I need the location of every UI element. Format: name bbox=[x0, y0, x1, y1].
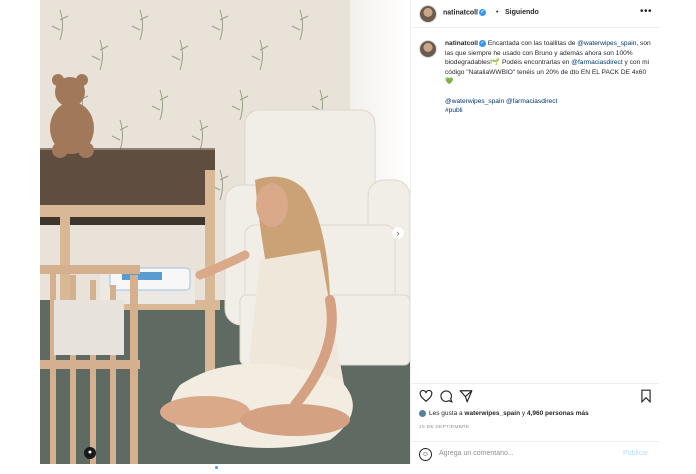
photo-scene bbox=[40, 74, 410, 464]
caption-username[interactable]: natinatcoll bbox=[445, 40, 478, 47]
publish-button[interactable]: Publicar bbox=[623, 450, 648, 457]
caption: natinatcoll ✓ Encantada con las toallitas… bbox=[445, 39, 655, 116]
ellipsis-icon[interactable]: ••• bbox=[640, 6, 652, 17]
hashtag-link[interactable]: #publi bbox=[445, 107, 463, 114]
heart-icon[interactable] bbox=[419, 389, 433, 403]
following-button[interactable]: Siguiendo bbox=[505, 9, 539, 16]
avatar[interactable] bbox=[419, 5, 437, 23]
teddy-bear bbox=[50, 74, 94, 158]
share-icon[interactable] bbox=[459, 389, 473, 403]
post-header: natinatcoll ✓ • Siguiendo ••• bbox=[411, 0, 659, 28]
liker-avatar bbox=[419, 410, 426, 417]
post-date[interactable]: 19 DE SEPTIEMBRE bbox=[419, 425, 469, 430]
verified-icon: ✓ bbox=[478, 39, 486, 47]
next-arrow-icon[interactable]: › bbox=[392, 227, 404, 239]
likes-count[interactable]: 4,960 personas más bbox=[527, 410, 589, 417]
bookmark-icon[interactable] bbox=[639, 389, 653, 403]
username[interactable]: natinatcoll ✓ bbox=[443, 9, 487, 16]
post-photo[interactable]: ● bbox=[40, 0, 410, 464]
emoji-icon[interactable]: ☺ bbox=[419, 448, 432, 461]
post-panel: natinatcoll ✓ • Siguiendo ••• natinatcoll… bbox=[410, 0, 659, 464]
comment-bar: ☺ Publicar bbox=[411, 441, 659, 465]
action-bar bbox=[411, 383, 659, 404]
verified-icon: ✓ bbox=[479, 9, 487, 16]
likes-middle: y bbox=[520, 410, 527, 418]
caption-text: Encantada con las toallitas de bbox=[487, 40, 578, 47]
caption-avatar[interactable] bbox=[419, 40, 437, 58]
mention-link[interactable]: @waterwipes_spain bbox=[445, 98, 504, 105]
mention-link[interactable]: @waterwipes_spain bbox=[577, 40, 636, 47]
carousel-dots bbox=[214, 456, 229, 474]
mention-link[interactable]: @farmaciasdirect bbox=[506, 98, 557, 105]
liker-username[interactable]: waterwipes_spain bbox=[464, 410, 520, 417]
likes-summary: Les gusta a waterwipes_spain y 4,960 per… bbox=[419, 410, 589, 417]
likes-prefix: Les gusta a bbox=[429, 410, 465, 418]
mention-link[interactable]: @farmaciasdirect bbox=[571, 59, 622, 66]
comment-icon[interactable] bbox=[439, 389, 453, 403]
comment-input[interactable] bbox=[439, 447, 609, 460]
username-text[interactable]: natinatcoll bbox=[443, 9, 478, 16]
separator-dot: • bbox=[496, 9, 499, 16]
tagged-user-icon[interactable]: ● bbox=[84, 447, 96, 459]
